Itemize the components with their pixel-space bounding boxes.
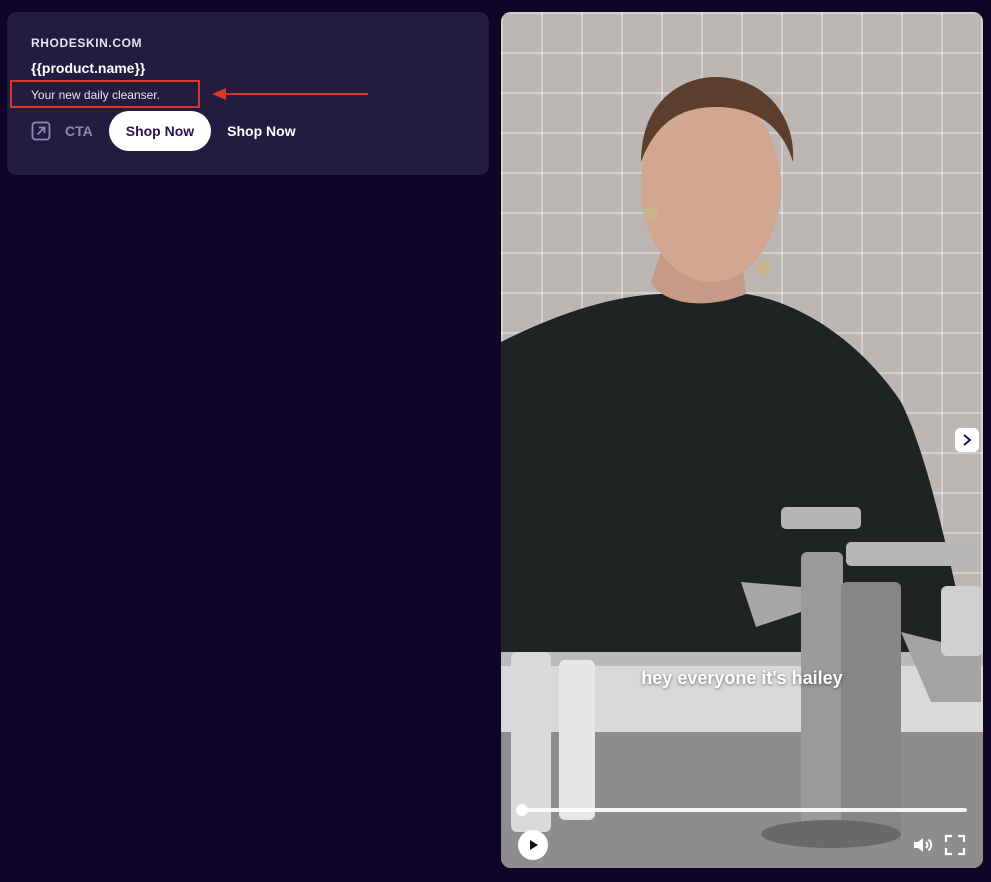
volume-button[interactable]	[910, 832, 936, 858]
next-video-button[interactable]	[955, 428, 979, 452]
annotation-arrow-icon	[212, 88, 368, 100]
video-frame	[501, 77, 983, 868]
site-domain: RHODESKIN.COM	[31, 36, 143, 50]
play-button[interactable]	[518, 830, 548, 860]
video-progress-bar[interactable]	[516, 804, 967, 816]
volume-icon	[914, 838, 933, 852]
external-arrow-icon	[31, 121, 51, 141]
shop-now-text-link[interactable]: Shop Now	[227, 123, 295, 139]
video-progress-handle[interactable]	[516, 804, 528, 816]
cta-row: CTA Shop Now Shop Now	[31, 111, 296, 151]
shop-now-button[interactable]: Shop Now	[108, 111, 212, 151]
product-name: {{product.name}}	[31, 60, 146, 76]
play-icon	[530, 840, 538, 850]
fullscreen-icon	[944, 834, 966, 856]
product-tagline: Your new daily cleanser.	[31, 88, 160, 102]
fullscreen-button[interactable]	[942, 832, 968, 858]
page: RHODESKIN.COM {{product.name}} Your new …	[0, 0, 991, 882]
video-subtitle: hey everyone it's hailey	[641, 668, 843, 688]
product-card: RHODESKIN.COM {{product.name}} Your new …	[7, 12, 489, 175]
chevron-right-icon	[963, 434, 972, 446]
video-player[interactable]: hey everyone it's hailey	[501, 12, 983, 868]
cta-label: CTA	[65, 123, 93, 139]
